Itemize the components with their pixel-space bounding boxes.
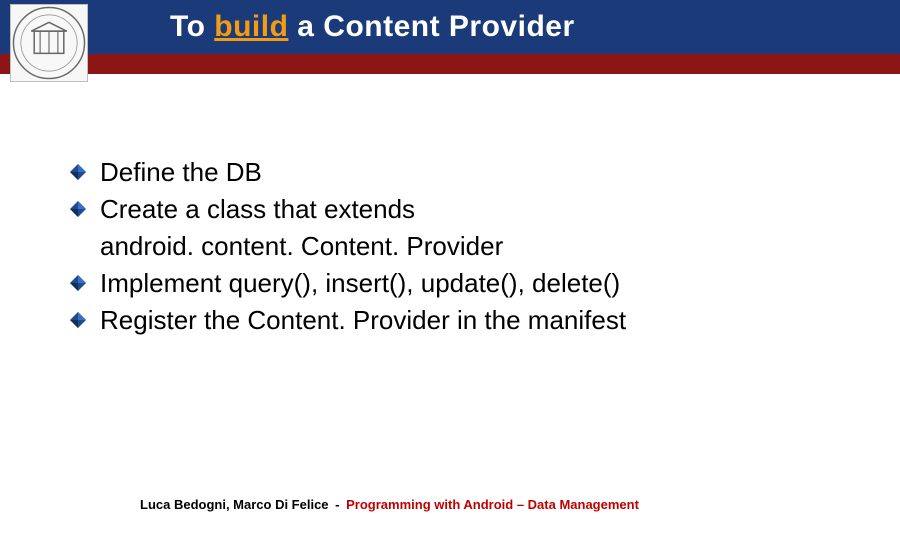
bullet-text: Define the DB (100, 157, 262, 187)
list-item: Define the DB (70, 155, 850, 190)
bullet-list: Define the DB Create a class that extend… (70, 155, 850, 340)
bullet-text: Create a class that extends (100, 194, 415, 224)
header-red-bar (0, 54, 900, 74)
footer-separator: - (335, 497, 339, 512)
diamond-bullet-icon (70, 312, 86, 328)
diamond-bullet-icon (70, 275, 86, 291)
diamond-bullet-icon (70, 164, 86, 180)
footer-course: Programming with Android – Data Manageme… (346, 497, 639, 512)
bullet-text: android. content. Content. Provider (100, 231, 503, 261)
title-post-text: a Content Provider (288, 10, 574, 43)
slide-footer: Luca Bedogni, Marco Di Felice - Programm… (140, 497, 639, 512)
list-item: Create a class that extends (70, 192, 850, 227)
title-highlight-text: build (214, 10, 288, 43)
slide: To build a Content Provider Define the D… (0, 0, 900, 540)
bullet-continuation: android. content. Content. Provider (70, 229, 850, 264)
list-item: Implement query(), insert(), update(), d… (70, 266, 850, 301)
list-item: Register the Content. Provider in the ma… (70, 303, 850, 338)
bullet-text: Register the Content. Provider in the ma… (100, 305, 626, 335)
title-pre-text: To (170, 10, 214, 43)
footer-authors: Luca Bedogni, Marco Di Felice (140, 497, 329, 512)
diamond-bullet-icon (70, 201, 86, 217)
bullet-text: Implement query(), insert(), update(), d… (100, 268, 620, 298)
slide-title: To build a Content Provider (170, 10, 575, 44)
university-seal-icon (10, 4, 88, 82)
